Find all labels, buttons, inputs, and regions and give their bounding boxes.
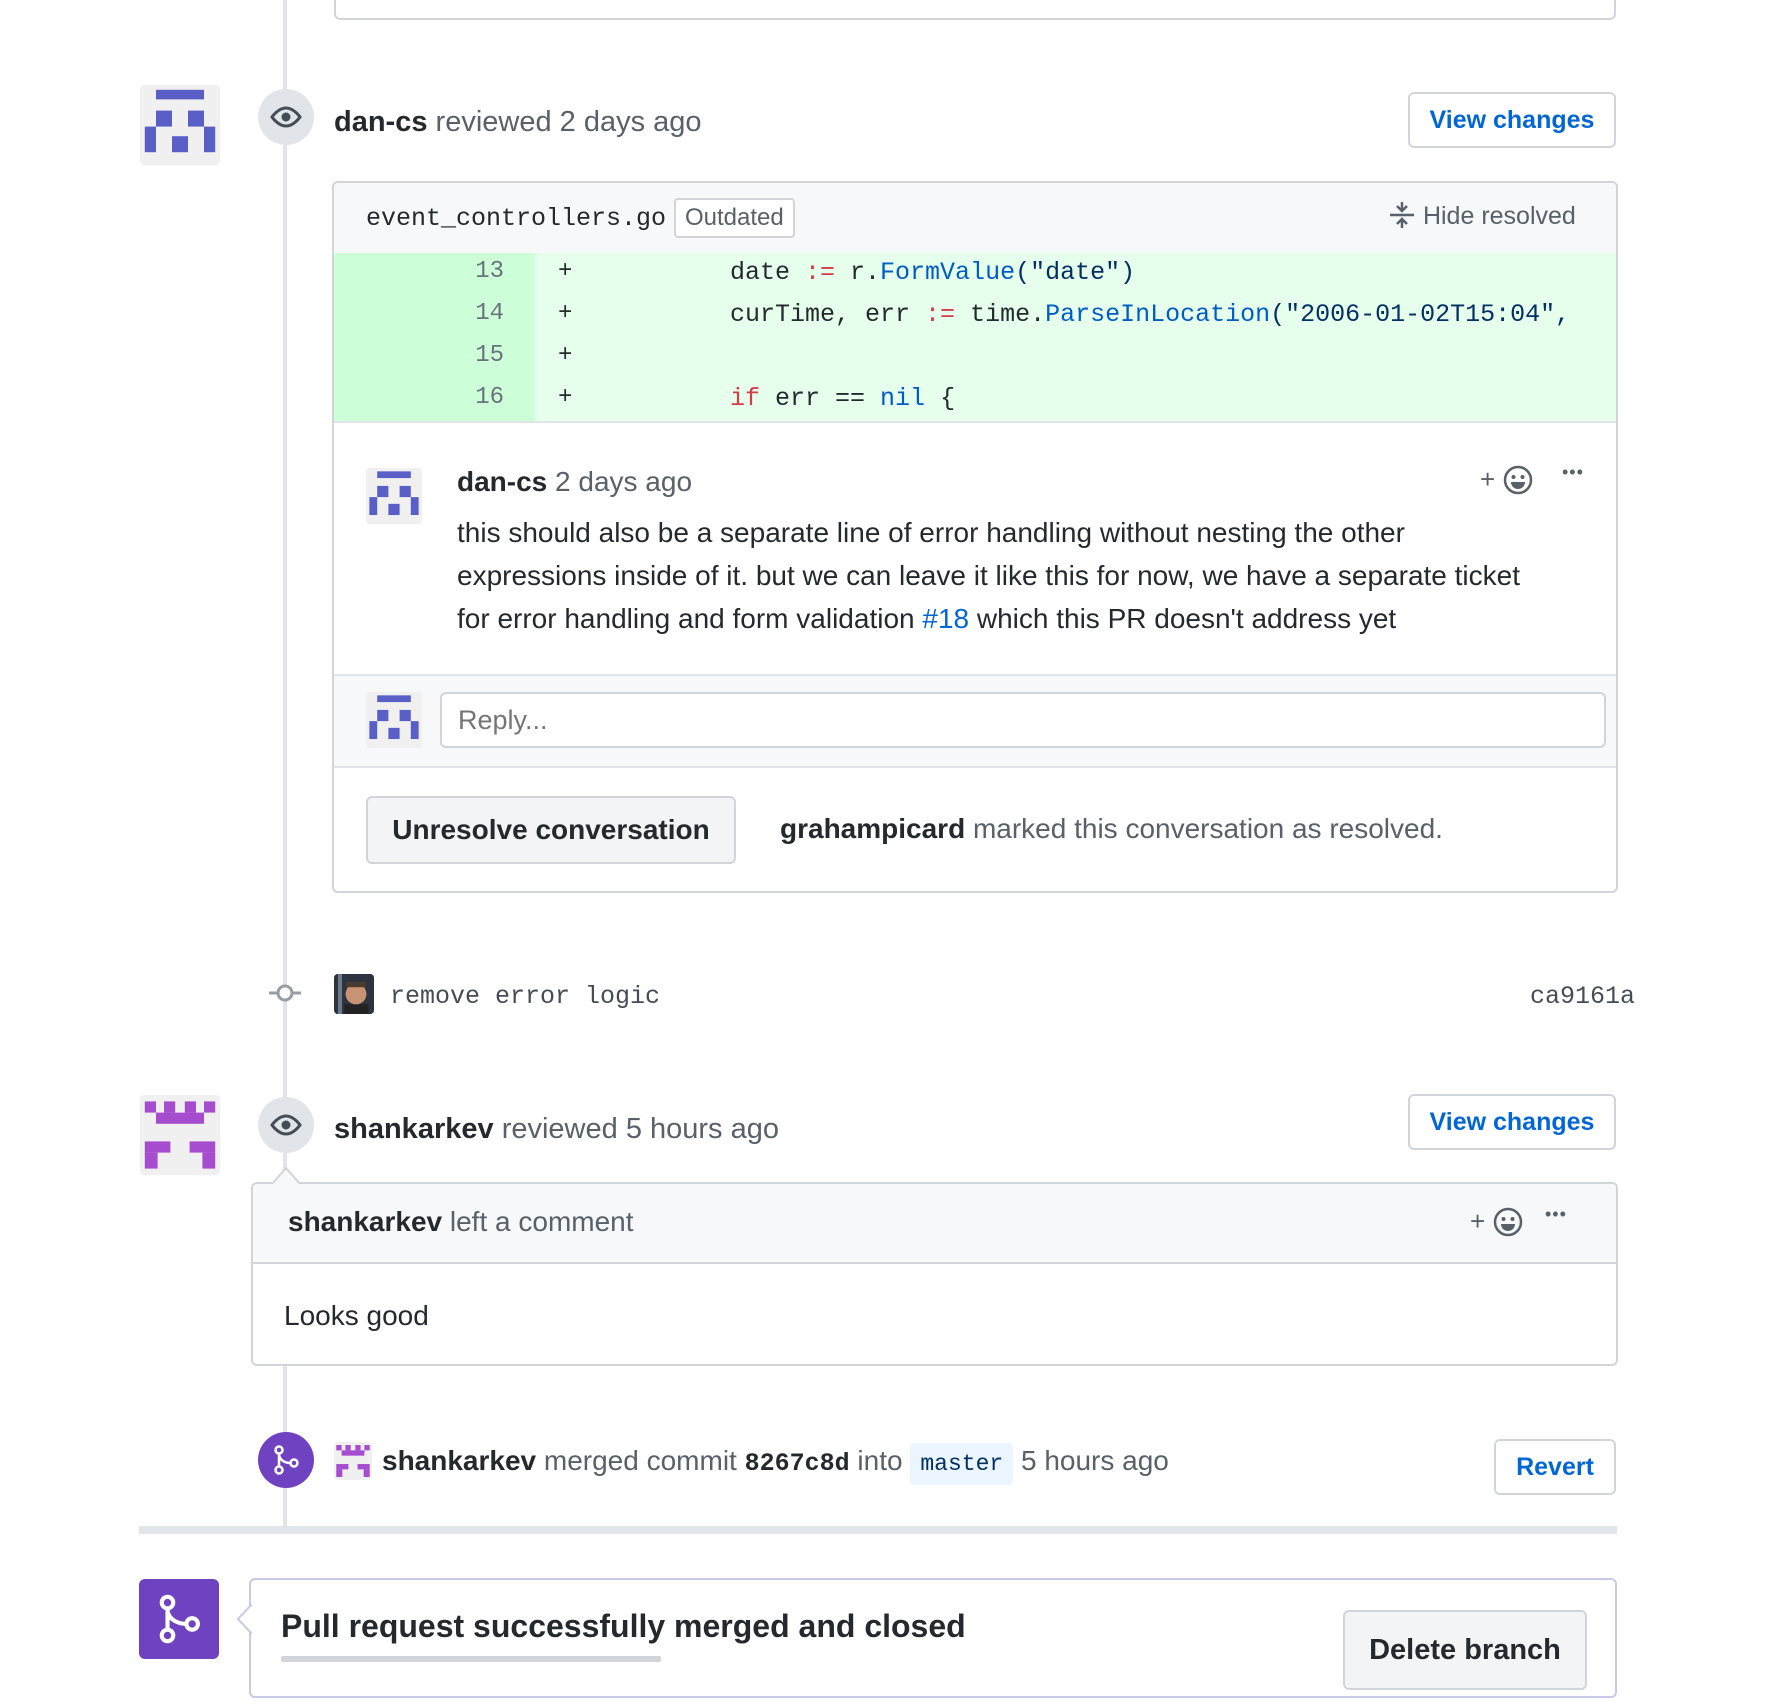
fold-icon [1390,202,1414,228]
issue-link[interactable]: #18 [922,603,969,634]
diff-divider [334,421,1616,423]
add-reaction-button[interactable]: + [1480,464,1534,496]
previous-comment-box [334,0,1616,20]
review-comment-box: shankarkev left a comment + ••• Looks go… [251,1182,1618,1366]
merged-status-box: Pull request successfully merged and clo… [249,1578,1617,1698]
review-author[interactable]: shankarkev [334,1113,494,1145]
merge-author[interactable]: shankarkev [382,1445,536,1476]
line-number[interactable]: 14 [334,300,504,327]
comment-line: this should also be a separate line of e… [457,517,1405,548]
merge-badge [258,1432,314,1488]
merge-time[interactable]: 5 hours ago [1021,1445,1169,1476]
line-number[interactable]: 15 [334,342,504,369]
avatar[interactable] [140,85,220,165]
avatar[interactable] [334,1442,372,1480]
comment-line: for error handling and form validation #… [457,603,1397,634]
delete-branch-button[interactable]: Delete branch [1343,1610,1587,1690]
merge-commit-sha[interactable]: 8267c8d [745,1449,850,1478]
avatar[interactable] [366,468,422,524]
diff-line: 15 + [334,342,1616,379]
comment-header-bar: shankarkev left a comment + ••• [253,1184,1616,1264]
code-line: curTime, err := time.ParseInLocation("20… [730,300,1571,329]
comment-body: Looks good [284,1300,429,1331]
resolved-status: grahampicard marked this conversation as… [780,813,1443,844]
comment-header: shankarkev left a comment [288,1206,634,1237]
reply-area [334,674,1616,768]
comment-author[interactable]: shankarkev [288,1206,442,1237]
comment-author[interactable]: dan-cs [457,466,547,497]
diff-line: 16 + if err == nil { [334,384,1616,421]
avatar [366,692,422,748]
comment-line: expressions inside of it. but we can lea… [457,560,1521,591]
revert-button[interactable]: Revert [1494,1439,1616,1495]
review-header: dan-cs reviewed 2 days ago [334,106,702,139]
diff-sign: + [558,258,573,285]
more-options-button[interactable]: ••• [1545,1204,1567,1225]
review-time[interactable]: 5 hours ago [626,1113,779,1145]
eye-icon [270,106,302,128]
hide-resolved-button[interactable]: Hide resolved [1388,200,1576,231]
git-merge-icon [274,1445,299,1475]
plus-label: + [1480,464,1496,494]
view-changes-button[interactable]: View changes [1408,1094,1616,1150]
review-author[interactable]: dan-cs [334,106,427,138]
diff-line: 13 + date := r.FormValue("date") [334,258,1616,295]
diff-sign: + [558,342,573,369]
outdated-badge: Outdated [674,198,795,238]
unresolve-conversation-button[interactable]: Unresolve conversation [366,796,736,864]
commit-icon [269,984,301,1002]
diff-line: 14 + curTime, err := time.ParseInLocatio… [334,300,1616,337]
git-merge-icon [159,1594,200,1644]
eye-icon [270,1114,302,1136]
smiley-icon [1504,465,1533,495]
comment-time[interactable]: 2 days ago [555,466,692,497]
reply-input[interactable] [440,692,1606,748]
timeline-end-separator [139,1526,1617,1534]
diff-block: 13 + date := r.FormValue("date") 14 + cu… [334,253,1616,421]
file-header: event_controllers.go Outdated Hide resol… [334,183,1616,255]
comment-caret [272,1166,300,1184]
line-number[interactable]: 16 [334,384,504,411]
status-box-caret [236,1604,252,1634]
merge-event-text: shankarkev merged commit 8267c8d into ma… [382,1443,1169,1485]
commit-author-avatar[interactable] [334,974,374,1014]
avatar[interactable] [140,1095,220,1175]
hide-resolved-label: Hide resolved [1422,202,1576,230]
review-action: reviewed [501,1113,618,1145]
branch-label[interactable]: master [910,1443,1014,1485]
review-thread-box: event_controllers.go Outdated Hide resol… [332,181,1618,893]
review-header: shankarkev reviewed 5 hours ago [334,1113,779,1146]
add-reaction-button[interactable]: + [1470,1206,1524,1238]
merged-status-subtext-fragment [281,1656,661,1662]
commit-sha[interactable]: ca9161a [1530,982,1635,1011]
commit-message[interactable]: remove error logic [390,982,660,1011]
code-line: if err == nil { [730,384,956,413]
review-action: reviewed [435,106,552,138]
resolved-by-user[interactable]: grahampicard [780,813,965,844]
file-name[interactable]: event_controllers.go [366,204,666,233]
code-line: date := r.FormValue("date") [730,258,1136,287]
review-eye-badge [258,1097,314,1153]
review-time[interactable]: 2 days ago [560,106,702,138]
diff-sign: + [558,384,573,411]
review-eye-badge [258,89,314,145]
merged-state-icon [139,1579,219,1659]
more-options-button[interactable]: ••• [1562,462,1584,483]
line-number[interactable]: 13 [334,258,504,285]
view-changes-button[interactable]: View changes [1408,92,1616,148]
comment-body: this should also be a separate line of e… [457,511,1587,640]
merged-status-title: Pull request successfully merged and clo… [281,1608,966,1644]
plus-label: + [1470,1206,1486,1236]
diff-sign: + [558,300,573,327]
comment-header: dan-cs 2 days ago [457,466,692,498]
smiley-icon [1494,1207,1523,1237]
